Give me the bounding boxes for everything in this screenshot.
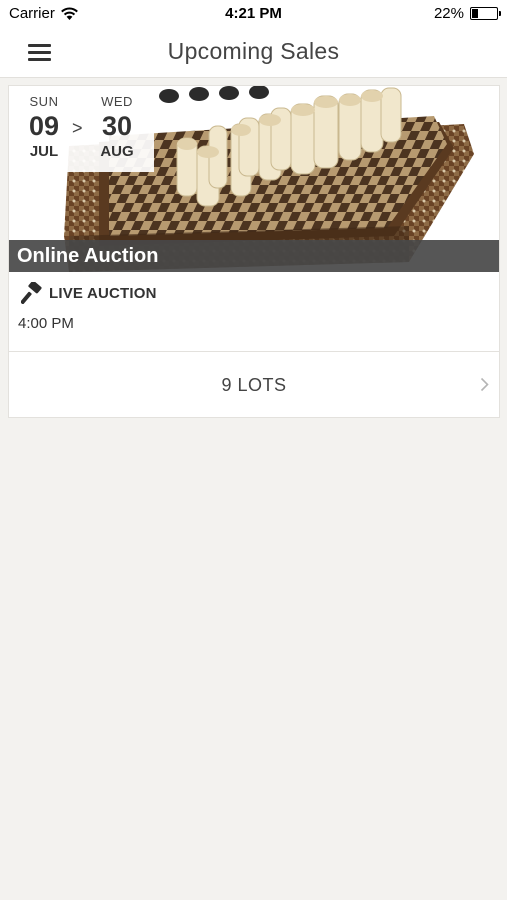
battery-percent: 22% xyxy=(433,5,464,22)
date-separator: > xyxy=(72,118,83,138)
sale-type-label: LIVE AUCTION xyxy=(49,284,157,302)
navigation-bar: Upcoming Sales xyxy=(0,27,507,78)
sale-time: 4:00 PM xyxy=(18,315,74,332)
sale-name-banner: Online Auction xyxy=(9,240,499,272)
sale-name: Online Auction xyxy=(17,245,159,267)
battery-indicator: 22% xyxy=(433,5,501,22)
end-day: 30 xyxy=(101,111,133,141)
start-day: 09 xyxy=(28,111,60,141)
gavel-icon xyxy=(21,282,42,304)
start-weekday: SUN xyxy=(29,94,59,109)
start-date: SUN 09 JUL xyxy=(19,94,69,160)
sale-card[interactable]: SUN 09 JUL > WED 30 AUG Online Auction L… xyxy=(8,85,500,418)
end-date: WED 30 AUG xyxy=(92,94,142,160)
lots-link[interactable]: 9 LOTS xyxy=(9,351,499,417)
battery-cap xyxy=(498,11,501,16)
end-month: AUG xyxy=(100,143,134,160)
clock: 4:21 PM xyxy=(225,5,282,22)
status-bar: Carrier 4:21 PM 22% xyxy=(0,0,507,27)
sale-image[interactable]: SUN 09 JUL > WED 30 AUG Online Auction xyxy=(9,86,499,272)
sale-type: LIVE AUCTION xyxy=(21,282,157,304)
date-range: SUN 09 JUL > WED 30 AUG xyxy=(9,86,154,172)
page-title: Upcoming Sales xyxy=(167,38,340,64)
battery-icon xyxy=(470,7,501,20)
end-weekday: WED xyxy=(101,94,133,109)
lots-count: 9 LOTS xyxy=(221,375,287,395)
start-month: JUL xyxy=(29,143,59,160)
chevron-right-icon xyxy=(480,377,489,392)
battery-level-fill xyxy=(472,9,478,18)
